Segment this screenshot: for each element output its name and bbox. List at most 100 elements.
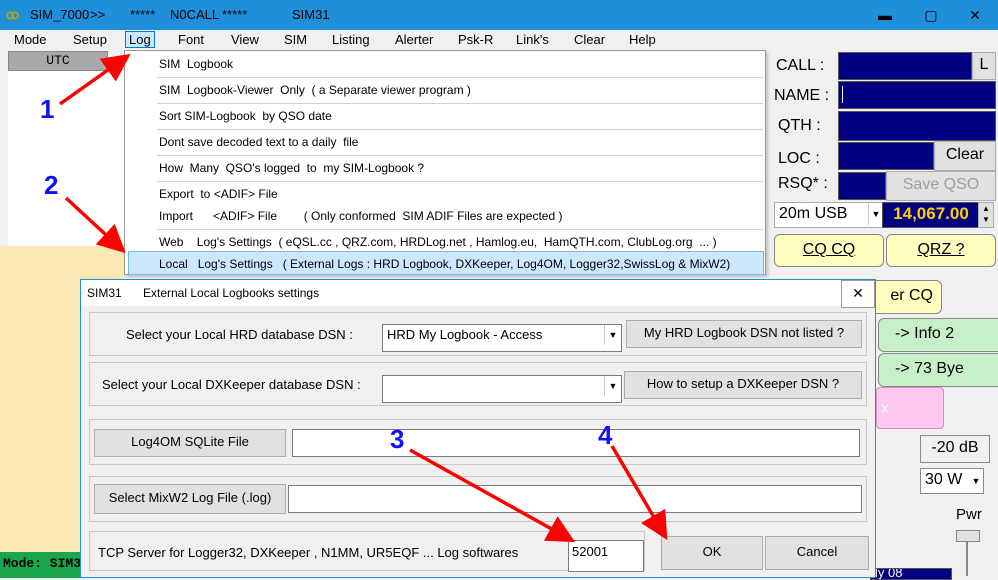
menu-divider xyxy=(157,229,763,230)
menu-bar: Mode Setup Log Font View SIM Listing Ale… xyxy=(0,30,770,50)
name-label: NAME : xyxy=(774,87,830,104)
pwr-label: Pwr xyxy=(956,506,982,523)
mixw-path-field[interactable] xyxy=(288,485,862,513)
log4om-file-button[interactable]: Log4OM SQLite File xyxy=(94,429,286,457)
menu-clear[interactable]: Clear xyxy=(574,32,605,47)
qth-label: QTH : xyxy=(778,117,821,134)
menu-view[interactable]: View xyxy=(231,32,259,47)
menu-font[interactable]: Font xyxy=(178,32,204,47)
chevron-down-icon[interactable]: ▼ xyxy=(604,376,621,396)
menu-item-import-adif[interactable]: Import <ADIF> File ( Only conformed SIM … xyxy=(159,209,562,223)
menu-divider xyxy=(157,155,763,156)
hrd-dsn-value: HRD My Logbook - Access xyxy=(387,327,543,342)
menu-alerter[interactable]: Alerter xyxy=(395,32,433,47)
mode-status: Mode: SIM31 xyxy=(0,552,82,578)
annotation-number-4: 4 xyxy=(598,420,613,450)
close-button[interactable]: ✕ xyxy=(952,0,998,30)
name-field[interactable] xyxy=(838,81,996,109)
dxkeeper-label: Select your Local DXKeeper database DSN … xyxy=(102,377,361,392)
bottom-info-display: ly 08 xyxy=(870,568,952,580)
title-callsign: N0CALL xyxy=(170,7,220,22)
tcp-port-field[interactable]: 52001 xyxy=(568,540,644,572)
dialog-title: External Local Logbooks settings xyxy=(143,286,320,300)
band-value: 20m USB xyxy=(779,205,848,222)
annotation-number-1: 1 xyxy=(40,94,55,124)
loc-label: LOC : xyxy=(778,150,820,167)
qrz-button[interactable]: QRZ ? xyxy=(886,234,996,267)
menu-mode[interactable]: Mode xyxy=(14,32,47,47)
menu-divider xyxy=(157,129,763,130)
frequency-spinner[interactable]: ▲ ▼ xyxy=(978,202,994,228)
menu-divider xyxy=(157,77,763,78)
frequency-display[interactable]: 14,067.00 xyxy=(882,202,980,228)
log-dropdown-menu: SIM Logbook SIM Logbook-Viewer Only ( a … xyxy=(124,50,766,275)
menu-item-sim-logbook[interactable]: SIM Logbook xyxy=(159,57,233,71)
maximize-button[interactable]: ▢ xyxy=(908,0,954,30)
title-arrows: >> xyxy=(90,7,106,22)
power-select[interactable]: 30 W ▼ xyxy=(920,468,984,494)
dxkeeper-dsn-select[interactable]: ▼ xyxy=(382,375,622,403)
dialog-app-name: SIM31 xyxy=(87,286,122,300)
menu-item-dont-save-text[interactable]: Dont save decoded text to a daily file xyxy=(159,135,358,149)
menu-sim[interactable]: SIM xyxy=(284,32,307,47)
l-button[interactable]: L xyxy=(972,52,996,80)
mixw-log-file-button[interactable]: Select MixW2 Log File (.log) xyxy=(94,484,286,514)
hrd-dsn-select[interactable]: HRD My Logbook - Access ▼ xyxy=(382,324,622,352)
dialog-close-button[interactable]: ✕ xyxy=(841,280,875,308)
dialog-title-bar: SIM31 External Local Logbooks settings ✕ xyxy=(81,280,875,308)
info-button[interactable]: -> Info 2 xyxy=(878,318,998,352)
menu-item-web-logs-settings[interactable]: Web Log's Settings ( eQSL.cc , QRZ.com, … xyxy=(159,235,717,249)
dxkeeper-group: Select your Local DXKeeper database DSN … xyxy=(89,362,867,406)
menu-divider xyxy=(157,181,763,182)
qth-field[interactable] xyxy=(838,111,996,141)
pink-x-button[interactable]: x xyxy=(876,387,944,429)
chevron-down-icon[interactable]: ▼ xyxy=(868,203,883,225)
menu-item-sort-logbook[interactable]: Sort SIM-Logbook by QSO date xyxy=(159,109,332,123)
title-bar: ꝏ SIM_7000 >> ***** N0CALL ***** SIM31 ▬… xyxy=(0,0,998,30)
minimize-button[interactable]: ▬ xyxy=(862,0,908,30)
power-value: 30 W xyxy=(925,471,963,488)
rsq-label: RSQ* : xyxy=(778,175,828,192)
loc-field[interactable] xyxy=(838,142,934,170)
band-select[interactable]: 20m USB ▼ xyxy=(774,202,884,228)
menu-psk-r[interactable]: Psk-R xyxy=(458,32,493,47)
db-display: -20 dB xyxy=(920,435,990,463)
title-stars-right: ***** xyxy=(222,7,248,22)
menu-item-how-many-qso[interactable]: How Many QSO's logged to my SIM-Logbook … xyxy=(159,161,424,175)
save-qso-button[interactable]: Save QSO xyxy=(886,171,996,201)
menu-item-export-adif[interactable]: Export to <ADIF> File xyxy=(159,187,278,201)
log4om-path-field[interactable] xyxy=(292,429,860,457)
clear-button[interactable]: Clear xyxy=(934,141,996,171)
external-logbooks-dialog: SIM31 External Local Logbooks settings ✕… xyxy=(80,279,876,578)
annotation-number-3: 3 xyxy=(390,424,405,454)
title-stars-left: ***** xyxy=(130,7,156,22)
chevron-down-icon[interactable]: ▼ xyxy=(969,469,983,493)
menu-setup[interactable]: Setup xyxy=(73,32,107,47)
call-field[interactable] xyxy=(838,52,972,80)
cancel-button[interactable]: Cancel xyxy=(765,536,869,570)
app-title: SIM_7000 xyxy=(30,7,90,22)
pwr-slider-handle[interactable] xyxy=(956,530,980,542)
menu-links[interactable]: Link's xyxy=(516,32,549,47)
ok-button[interactable]: OK xyxy=(661,536,763,570)
menu-item-local-logs-settings[interactable]: Local Log's Settings ( External Logs : H… xyxy=(159,257,730,271)
menu-help[interactable]: Help xyxy=(629,32,656,47)
dxkeeper-setup-button[interactable]: How to setup a DXKeeper DSN ? xyxy=(624,371,862,399)
utc-header: UTC xyxy=(8,51,108,71)
menu-item-logbook-viewer[interactable]: SIM Logbook-Viewer Only ( a Separate vie… xyxy=(159,83,471,97)
hrd-not-listed-button[interactable]: My HRD Logbook DSN not listed ? xyxy=(626,320,862,348)
menu-divider xyxy=(157,103,763,104)
bye-button[interactable]: -> 73 Bye xyxy=(878,353,998,387)
chevron-down-icon[interactable]: ▼ xyxy=(604,325,621,345)
title-mode: SIM31 xyxy=(292,7,330,22)
call-label: CALL : xyxy=(776,57,825,74)
cq-button[interactable]: CQ CQ xyxy=(774,234,884,267)
rsq-field[interactable] xyxy=(838,172,886,200)
menu-log[interactable]: Log xyxy=(125,31,155,48)
menu-listing[interactable]: Listing xyxy=(332,32,370,47)
tcp-label: TCP Server for Logger32, DXKeeper , N1MM… xyxy=(98,545,519,560)
hrd-label: Select your Local HRD database DSN : xyxy=(126,327,353,342)
app-logo-icon: ꝏ xyxy=(6,7,20,22)
mixw-group: Select MixW2 Log File (.log) xyxy=(89,476,867,522)
left-text-panel[interactable] xyxy=(8,71,124,246)
